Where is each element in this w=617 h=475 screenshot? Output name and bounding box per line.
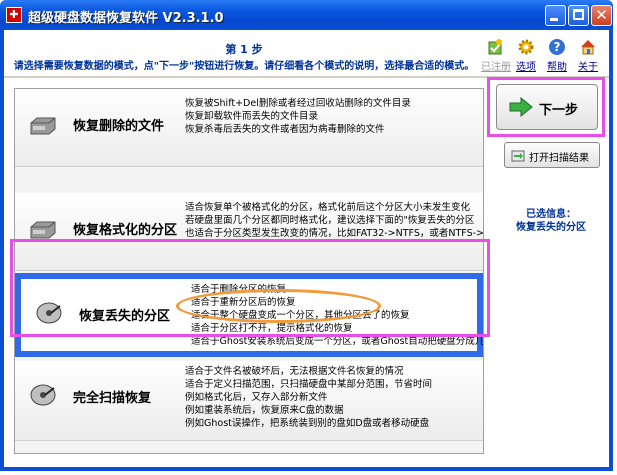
desc-line: 例如重装系统后，恢复原来C盘的数据 <box>185 405 344 416</box>
register-icon <box>488 39 502 55</box>
mode-name: 恢复删除的文件 <box>73 119 165 134</box>
desc-line: 若硬盘里面几个分区都同时格式化，建议选择下面的"恢复丢失的分区 <box>185 215 475 226</box>
maximize-button[interactable] <box>568 5 589 26</box>
mode-full-scan[interactable]: 完全扫描恢复 适合于文件名被破坏后，无法根据文件名恢复的情况 适合于定义扫描范围… <box>15 361 483 441</box>
desc-line: 适合恢复单个被格式化的分区，格式化前后这个分区大小未发生变化 <box>185 202 471 213</box>
wizard-header: 第 1 步 请选择需要恢复数据的模式，点"下一步"按钮进行恢复。请仔细看各个模式… <box>4 30 609 76</box>
mode-description: 适合恢复单个被格式化的分区，格式化前后这个分区大小未发生变化 若硬盘里面几个分区… <box>185 201 483 240</box>
options-tool[interactable]: 选项 <box>512 38 540 73</box>
mode-recover-deleted[interactable]: 恢复删除的文件 恢复被Shift+Del删除或者经过回收站删除的文件目录 恢复卸… <box>15 89 483 167</box>
about-label: 关于 <box>578 62 598 73</box>
hard-drive-icon <box>30 117 56 135</box>
help-icon: ? <box>549 39 565 55</box>
highlight-partition-line <box>176 289 381 323</box>
step-title: 第 1 步 <box>225 43 263 56</box>
help-tool[interactable]: ? 帮助 <box>543 38 571 73</box>
options-label: 选项 <box>516 62 536 73</box>
svg-text:?: ? <box>554 40 561 54</box>
next-label: 下一步 <box>539 103 579 118</box>
app-icon: ✚ <box>6 7 22 23</box>
desc-line: 恢复杀毒后丢失的文件或者因为病毒删除的文件 <box>185 124 385 135</box>
register-tool[interactable]: 已注册 <box>481 38 511 73</box>
mode-description: 恢复被Shift+Del删除或者经过回收站删除的文件目录 恢复卸载软件而丢失的文… <box>185 97 411 136</box>
close-button[interactable]: ✕ <box>591 5 612 26</box>
client-area: 第 1 步 请选择需要恢复数据的模式，点"下一步"按钮进行恢复。请仔细看各个模式… <box>4 30 609 467</box>
open-results-icon <box>511 150 525 162</box>
hard-drive-open-icon <box>30 384 56 406</box>
next-button[interactable]: 下一步 <box>496 84 598 130</box>
help-label: 帮助 <box>547 62 567 73</box>
gear-icon <box>518 39 534 55</box>
desc-line: 适合于文件名被破坏后，无法根据文件名恢复的情况 <box>185 366 404 377</box>
open-scan-label: 打开扫描结果 <box>529 153 589 164</box>
close-icon: ✕ <box>595 6 608 24</box>
desc-line: 恢复卸载软件而丢失的文件目录 <box>185 111 319 122</box>
minimize-icon <box>550 18 558 21</box>
maximize-icon <box>573 9 584 20</box>
selected-info: 已选信息： 恢复丢失的分区 <box>496 208 606 234</box>
desc-line: 适合于定义扫描范围，只扫描硬盘中某部分范围，节省时间 <box>185 379 433 390</box>
title-bar[interactable]: ✚ 超级硬盘数据恢复软件 V2.3.1.0 ✕ <box>0 0 613 30</box>
mode-name: 恢复格式化的分区 <box>73 223 178 238</box>
selected-info-value: 恢复丢失的分区 <box>516 222 586 233</box>
desc-line: 恢复被Shift+Del删除或者经过回收站删除的文件目录 <box>185 98 411 109</box>
desc-line: 例如Ghost误操作，把系统装到别的盘如D盘或者移动硬盘 <box>185 418 430 429</box>
hard-drive-icon <box>30 221 56 239</box>
open-scan-results-button[interactable]: 打开扫描结果 <box>504 142 600 168</box>
about-tool[interactable]: 关于 <box>574 38 602 73</box>
selected-info-label: 已选信息： <box>526 209 576 220</box>
step-description: 请选择需要恢复数据的模式，点"下一步"按钮进行恢复。请仔细看各个模式的说明，选择… <box>13 61 475 72</box>
register-label: 已注册 <box>481 62 511 73</box>
minimize-button[interactable] <box>545 5 566 26</box>
window-title: 超级硬盘数据恢复软件 V2.3.1.0 <box>28 11 224 26</box>
house-icon <box>581 40 595 55</box>
desc-line: 例如格式化后，又存入部分新文件 <box>185 392 328 403</box>
arrow-right-icon <box>509 97 533 117</box>
mode-name: 完全扫描恢复 <box>73 391 152 406</box>
mode-description: 适合于文件名被破坏后，无法根据文件名恢复的情况 适合于定义扫描范围，只扫描硬盘中… <box>185 365 432 430</box>
app-window: ✚ 超级硬盘数据恢复软件 V2.3.1.0 ✕ 第 1 步 请选择需要恢复数据的… <box>0 0 613 471</box>
